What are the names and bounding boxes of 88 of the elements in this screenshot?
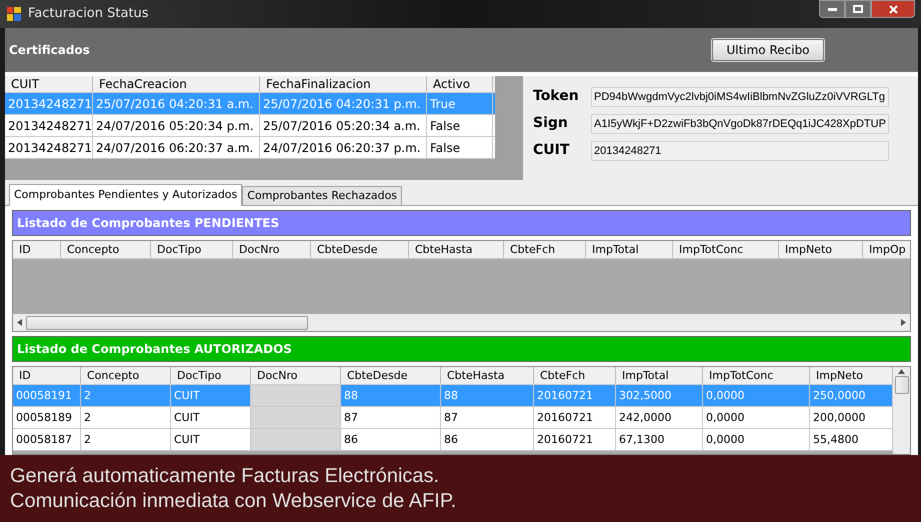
column-header[interactable]: ID — [13, 241, 61, 258]
table-cell: 2 — [81, 385, 171, 406]
vertical-scrollbar[interactable] — [893, 367, 910, 454]
scroll-right-icon[interactable] — [901, 319, 906, 326]
close-button[interactable] — [871, 0, 915, 18]
ultimo-recibo-button[interactable]: Ultimo Recibo — [712, 39, 824, 61]
column-header[interactable]: Activo — [427, 76, 493, 92]
certificate-row[interactable]: 20134248271 24/07/2016 06:20:37 a.m. 24/07/2016 06:20:37 p.m. False — [5, 137, 495, 159]
table-cell: 20134248271 — [5, 137, 93, 158]
credential-field[interactable]: A1I5yWkjF+D2zwiFb3bQnVgoDk87rDEQq1iJC428XpDTUP — [591, 114, 889, 134]
banner-text: Generá automaticamente Facturas Electrónicas. — [10, 464, 440, 488]
app-icon — [6, 6, 22, 22]
table-cell: 87 — [341, 407, 441, 428]
column-header[interactable]: CbteHasta — [441, 367, 534, 384]
column-header[interactable]: DocNro — [233, 241, 311, 258]
table-cell: 302,5000 — [616, 385, 703, 406]
column-header[interactable]: DocTipo — [151, 241, 233, 258]
table-cell: 25/07/2016 04:20:31 a.m. — [93, 93, 260, 114]
table-cell: 87 — [441, 407, 534, 428]
table-cell: 20160721 — [534, 407, 616, 428]
column-header[interactable]: CbteFch — [504, 241, 586, 258]
table-cell: 00058191 — [13, 385, 81, 406]
table-cell: 25/07/2016 05:20:34 a.m. — [260, 115, 427, 136]
column-header[interactable]: ImpOp — [863, 241, 910, 258]
column-header[interactable]: CbteDesde — [341, 367, 441, 384]
column-header[interactable]: FechaCreacion — [93, 76, 260, 92]
invoice-row[interactable]: 00058189 2 CUIT 87 87 20160721 242,0000 0,0000 200,0000 — [13, 407, 893, 429]
table-cell: True — [427, 93, 493, 114]
column-header[interactable]: DocNro — [251, 367, 341, 384]
scroll-up-icon[interactable] — [898, 369, 905, 374]
column-header[interactable]: Concepto — [61, 241, 151, 258]
column-header[interactable]: ImpTotal — [586, 241, 673, 258]
scroll-thumb[interactable] — [894, 376, 908, 394]
close-icon — [888, 4, 898, 14]
table-cell: 20160721 — [534, 385, 616, 406]
table-cell: 00058189 — [13, 407, 81, 428]
credential-field[interactable]: PD94bWwgdmVyc2lvbj0iMS4wIiBlbmNvZGluZz0iVVRGLTg — [591, 86, 889, 106]
table-cell: 88 — [441, 385, 534, 406]
column-header[interactable]: ImpTotal — [616, 367, 703, 384]
certificate-row[interactable]: 20134248271 24/07/2016 05:20:34 p.m. 25/07/2016 05:20:34 a.m. False — [5, 115, 495, 137]
table-cell: 67,1300 — [616, 429, 703, 450]
column-header[interactable]: CUIT — [5, 76, 93, 92]
credential-field[interactable]: 20134248271 — [591, 140, 889, 160]
table-cell: 2 — [81, 407, 171, 428]
table-cell: 86 — [341, 429, 441, 450]
section-title: Certificados — [9, 42, 90, 59]
table-cell: 0,0000 — [703, 407, 810, 428]
column-header[interactable]: DocTipo — [171, 367, 251, 384]
column-header[interactable]: ImpTotConc — [703, 367, 810, 384]
table-cell: 00058187 — [13, 429, 81, 450]
column-header[interactable]: Concepto — [81, 367, 171, 384]
column-header[interactable]: ImpNeto — [779, 241, 863, 258]
field-label: CUIT — [533, 141, 570, 160]
table-cell: 0,0000 — [703, 385, 810, 406]
invoice-row[interactable]: 00058187 2 CUIT 86 86 20160721 67,1300 0,0000 55,4800 — [13, 429, 893, 451]
column-header[interactable]: CbteHasta — [409, 241, 504, 258]
table-cell: 88 — [341, 385, 441, 406]
column-header[interactable]: CbteDesde — [311, 241, 409, 258]
column-header[interactable]: FechaFinalizacion — [260, 76, 427, 92]
table-cell: 0,0000 — [703, 429, 810, 450]
window-title: Facturacion Status — [28, 5, 149, 24]
table-cell: 86 — [441, 429, 534, 450]
section-title: Listado de Comprobantes AUTORIZADOS — [17, 341, 292, 358]
table-cell: 20160721 — [534, 429, 616, 450]
field-label: Sign — [533, 114, 569, 133]
table-cell: 24/07/2016 05:20:34 p.m. — [93, 115, 260, 136]
table-cell: 20134248271 — [5, 93, 93, 114]
table-cell: 24/07/2016 06:20:37 a.m. — [93, 137, 260, 158]
table-cell: 242,0000 — [616, 407, 703, 428]
column-header[interactable]: ID — [13, 367, 81, 384]
table-cell: 2 — [81, 429, 171, 450]
table-cell: False — [427, 137, 493, 158]
banner-text: Comunicación inmediata con Webservice de AFIP. — [10, 488, 458, 514]
minimize-button[interactable] — [819, 0, 845, 18]
scroll-thumb[interactable] — [26, 316, 308, 330]
maximize-button[interactable] — [845, 0, 871, 18]
field-label: Token — [533, 87, 580, 106]
column-header[interactable]: ImpTotConc — [673, 241, 779, 258]
tab[interactable]: Comprobantes Pendientes y Autorizados — [9, 184, 242, 206]
table-cell: 25/07/2016 04:20:31 p.m. — [260, 93, 427, 114]
table-cell: 20134248271 — [5, 115, 93, 136]
scroll-left-icon[interactable] — [17, 319, 22, 326]
table-cell: False — [427, 115, 493, 136]
section-title: Listado de Comprobantes PENDIENTES — [17, 215, 280, 232]
table-cell: 24/07/2016 06:20:37 p.m. — [260, 137, 427, 158]
column-header[interactable]: CbteFch — [534, 367, 616, 384]
tab[interactable]: Comprobantes Rechazados — [242, 186, 402, 205]
horizontal-scrollbar[interactable] — [13, 314, 910, 331]
